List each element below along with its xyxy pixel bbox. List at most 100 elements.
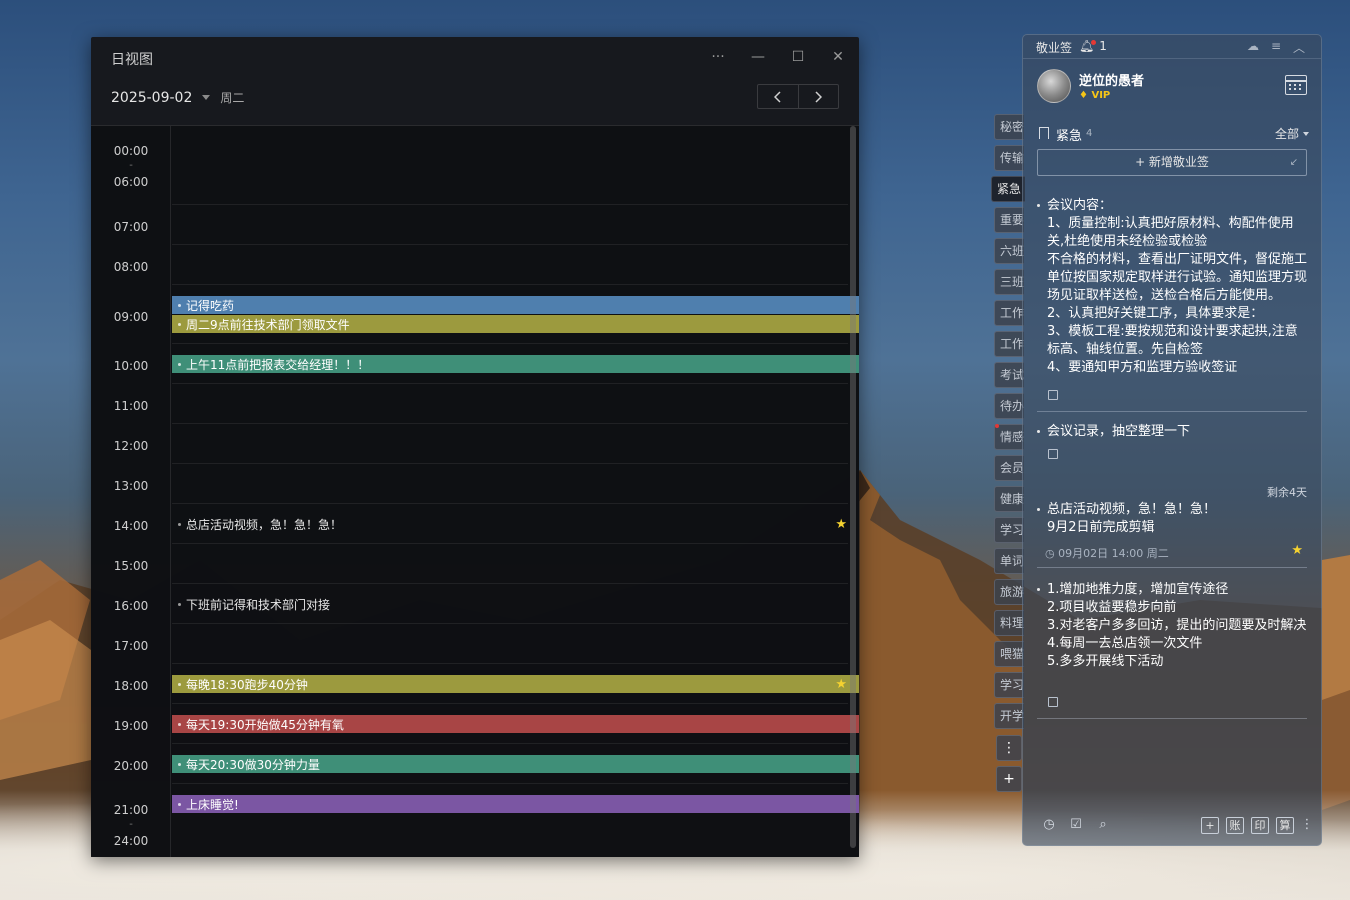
side-tab[interactable]: 待办 xyxy=(994,393,1024,419)
prev-day-button[interactable] xyxy=(758,85,798,108)
note-item[interactable]: 总店活动视频，急！急！急！ 9月2日前完成剪辑 xyxy=(1037,501,1309,539)
hour-line xyxy=(172,503,848,504)
star-icon[interactable]: ★ xyxy=(835,677,847,692)
collapse-icon[interactable]: ︿ xyxy=(1293,39,1305,56)
note-item[interactable]: 1.增加地推力度，增加宣传途径 2.项目收益要稳步向前 3.对老客户多多回访，提… xyxy=(1037,581,1309,691)
time-label: 00:00 xyxy=(113,144,149,158)
date-selector[interactable]: 2025-09-02 周二 xyxy=(111,89,244,106)
event-title: 每晚18:30跑步40分钟 xyxy=(186,677,308,692)
side-tab[interactable]: 工作 xyxy=(994,331,1024,357)
hour-line xyxy=(172,463,848,464)
note-text: 会议内容： 1、质量控制:认真把好原材料、构配件使用关,杜绝使用未经检验或检验 … xyxy=(1047,198,1308,375)
more-icon[interactable]: ··· xyxy=(703,45,733,69)
add-tab-button[interactable]: + xyxy=(996,766,1022,792)
event-item[interactable]: 总店活动视频，急！急！急！ ★ xyxy=(172,515,859,533)
side-tab[interactable]: 工作 xyxy=(994,300,1024,326)
side-tab[interactable]: 考试 xyxy=(994,362,1024,388)
add-button[interactable]: + xyxy=(1201,817,1219,834)
side-tab[interactable]: 单词 xyxy=(994,548,1024,574)
side-tab[interactable]: 重要 xyxy=(994,207,1024,233)
event-item[interactable]: 每晚18:30跑步40分钟 ★ xyxy=(172,675,859,693)
menu-icon[interactable]: ≡ xyxy=(1271,39,1281,53)
side-tab[interactable]: 秘密 xyxy=(994,114,1024,140)
side-tab[interactable]: 传输 xyxy=(994,145,1024,171)
collapsed-marker: - xyxy=(129,819,133,830)
side-tab[interactable]: 喂猫 xyxy=(994,641,1024,667)
account-button[interactable]: 账 xyxy=(1226,817,1244,834)
attachment-icon[interactable] xyxy=(1048,449,1058,459)
clock-icon[interactable]: ◷ xyxy=(1041,817,1057,833)
user-name[interactable]: 逆位的愚者 xyxy=(1079,70,1144,89)
diamond-icon: ♦ xyxy=(1079,90,1088,101)
note-item[interactable]: 会议内容： 1、质量控制:认真把好原材料、构配件使用关,杜绝使用未经检验或检验 … xyxy=(1037,197,1309,385)
event-item[interactable]: 上午11点前把报表交给经理！！！ xyxy=(172,355,859,373)
close-icon[interactable]: ✕ xyxy=(823,45,853,69)
expand-icon[interactable]: ↙ xyxy=(1290,150,1298,175)
side-tab[interactable]: 学习 xyxy=(994,517,1024,543)
minimize-icon[interactable]: — xyxy=(743,45,773,69)
chevron-left-icon xyxy=(773,90,781,103)
side-tab[interactable]: 开学 xyxy=(994,703,1024,729)
time-label: 07:00 xyxy=(113,220,149,234)
star-icon[interactable]: ★ xyxy=(835,517,847,532)
note-bullet xyxy=(1037,588,1040,591)
side-tab[interactable]: 旅游 xyxy=(994,579,1024,605)
search-icon[interactable]: ⌕ xyxy=(1095,817,1111,833)
print-button[interactable]: 印 xyxy=(1251,817,1269,834)
hour-line xyxy=(172,623,848,624)
bell-icon[interactable]: 🔔︎ 1 xyxy=(1079,39,1107,53)
hour-line xyxy=(172,543,848,544)
event-item[interactable]: 上床睡觉! xyxy=(172,795,859,813)
next-day-button[interactable] xyxy=(797,85,839,108)
event-item[interactable]: 每天20:30做30分钟力量 xyxy=(172,755,859,773)
side-tab[interactable]: 会员 xyxy=(994,455,1024,481)
tabs-more-button[interactable]: ⋮ xyxy=(996,735,1022,761)
timeline: 00:00 - 06:00 07:00 08:00 09:00 10:00 11… xyxy=(91,125,859,857)
event-title: 上午11点前把报表交给经理！！！ xyxy=(186,357,370,372)
event-item[interactable]: 周二9点前往技术部门领取文件 xyxy=(172,315,859,333)
side-tab[interactable]: 料理 xyxy=(994,610,1024,636)
time-label: 20:00 xyxy=(113,759,149,773)
star-icon[interactable]: ★ xyxy=(1291,543,1303,558)
side-tab[interactable]: 健康 xyxy=(994,486,1024,512)
calendar-icon[interactable] xyxy=(1285,75,1307,95)
avatar[interactable] xyxy=(1037,69,1071,103)
attachment-icon[interactable] xyxy=(1048,697,1058,707)
hour-line xyxy=(172,204,848,205)
attachment-icon[interactable] xyxy=(1048,390,1058,400)
maximize-icon[interactable]: ☐ xyxy=(783,45,813,69)
side-tab[interactable]: 情感 xyxy=(994,424,1024,450)
caret-down-icon[interactable] xyxy=(202,95,211,100)
side-tab[interactable]: 学习 xyxy=(994,672,1024,698)
side-tab[interactable]: 紧急 xyxy=(991,176,1025,202)
hour-line xyxy=(172,423,848,424)
checkbox-icon[interactable]: ☑ xyxy=(1068,817,1084,833)
scrollbar[interactable] xyxy=(850,126,856,848)
event-item[interactable]: 下班前记得和技术部门对接 xyxy=(172,595,859,613)
hour-line xyxy=(172,583,848,584)
calculator-button[interactable]: 算 xyxy=(1276,817,1294,834)
event-item[interactable]: 每天19:30开始做45分钟有氧 xyxy=(172,715,859,733)
event-title: 周二9点前往技术部门领取文件 xyxy=(186,317,350,332)
hour-line xyxy=(172,284,848,285)
side-tab[interactable]: 三班 xyxy=(994,269,1024,295)
note-item[interactable]: 会议记录，抽空整理一下 xyxy=(1037,423,1309,443)
event-title: 上床睡觉! xyxy=(186,797,239,812)
current-date[interactable]: 2025-09-02 xyxy=(111,90,192,106)
note-reminder[interactable]: ◷ 09月02日 14:00 周二 xyxy=(1045,545,1169,561)
note-text: 总店活动视频，急！急！急！ 9月2日前完成剪辑 xyxy=(1047,502,1217,535)
time-label: 17:00 xyxy=(113,639,149,653)
cloud-sync-icon[interactable]: ☁ xyxy=(1247,39,1259,53)
add-note-button[interactable]: + 新增敬业签 ↙ xyxy=(1037,149,1307,176)
category-name: 紧急 xyxy=(1056,129,1083,144)
window-title: 日视图 xyxy=(111,52,153,68)
event-dot xyxy=(178,762,181,766)
side-tab[interactable]: 六班 xyxy=(994,238,1024,264)
more-icon[interactable]: ⋮ xyxy=(1299,817,1315,833)
vip-badge: ♦ VIP xyxy=(1079,90,1111,101)
day-view-window: 日视图 ··· — ☐ ✕ 2025-09-02 周二 00:00 - 06:0… xyxy=(91,37,859,857)
note-bullet xyxy=(1037,204,1040,207)
collapsed-marker: - xyxy=(129,160,133,171)
event-item[interactable]: 记得吃药 xyxy=(172,296,859,314)
filter-dropdown[interactable]: 全部 xyxy=(1275,125,1309,142)
